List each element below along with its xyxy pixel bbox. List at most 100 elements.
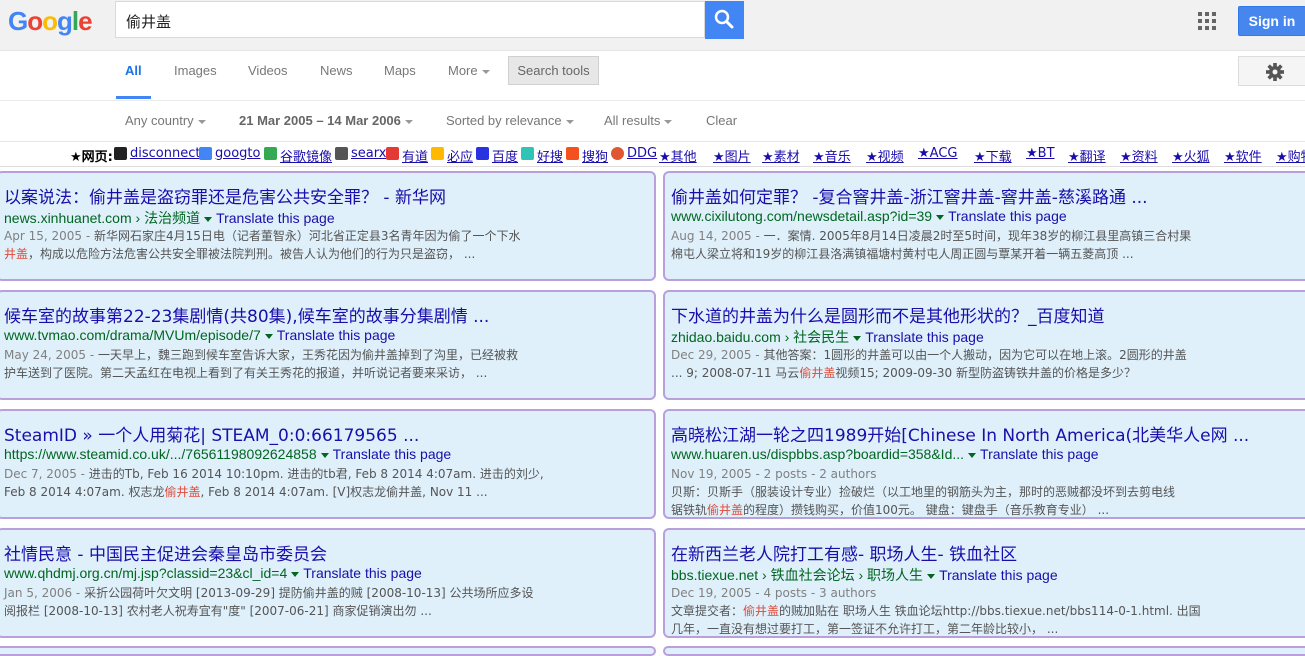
chevron-down-icon[interactable]	[320, 452, 329, 458]
chevron-down-icon[interactable]	[927, 573, 936, 579]
search-button[interactable]	[705, 1, 744, 39]
google-mirror-icon	[264, 147, 277, 160]
linkbar-label: ★网页:	[70, 150, 113, 165]
link-video[interactable]: ★视频	[866, 146, 904, 165]
link-disconnect[interactable]: disconnect	[130, 146, 200, 161]
tab-all[interactable]: All	[125, 63, 142, 78]
result-snippet: Nov 19, 2005 - 2 posts - 2 authors 贝斯：贝斯手…	[671, 467, 1176, 517]
translate-link[interactable]: Translate this page	[865, 329, 984, 345]
result-title[interactable]: 下水道的井盖为什么是圆形而不是其他形状的？_百度知道	[671, 302, 1105, 327]
translate-link[interactable]: Translate this page	[939, 567, 1058, 583]
translate-link[interactable]: Translate this page	[948, 208, 1067, 224]
chevron-down-icon[interactable]	[936, 214, 945, 220]
chevron-down-icon[interactable]	[291, 571, 300, 577]
result-snippet: Dec 7, 2005 - 进击的Tb, Feb 16 2014 10:10pm…	[4, 467, 544, 499]
settings-button[interactable]	[1238, 56, 1305, 86]
tab-news[interactable]: News	[320, 63, 353, 78]
chevron-down-icon	[565, 119, 574, 124]
link-searx[interactable]: searx	[351, 146, 386, 161]
result-card: 下水道的井盖为什么是圆形而不是其他形状的？_百度知道 zhidao.baidu.…	[663, 290, 1305, 400]
google-logo[interactable]: Google	[8, 6, 93, 37]
link-other[interactable]: ★其他	[659, 146, 697, 165]
result-title[interactable]: SteamID » 一个人用菊花| STEAM_0:0:66179565 ...	[4, 421, 419, 446]
youdao-icon	[386, 147, 399, 160]
search-input[interactable]: 偷井盖	[126, 11, 171, 32]
result-title[interactable]: 候车室的故事第22-23集剧情(共80集),候车室的故事分集剧情 ...	[4, 302, 489, 327]
chevron-down-icon[interactable]	[264, 333, 273, 339]
result-title[interactable]: 以案说法：偷井盖是盗窃罪还是危害公共安全罪？ - 新华网	[4, 183, 446, 208]
link-images[interactable]: ★图片	[713, 146, 751, 165]
translate-link[interactable]: Translate this page	[303, 565, 422, 581]
chevron-down-icon[interactable]	[853, 335, 862, 341]
date-range-filter[interactable]: 21 Mar 2005 – 14 Mar 2006	[239, 113, 413, 128]
result-card: 以案说法：偷井盖是盗窃罪还是危害公共安全罪？ - 新华网 news.xinhua…	[0, 171, 656, 281]
chevron-down-icon	[197, 119, 206, 124]
chevron-down-icon[interactable]	[204, 216, 213, 222]
tab-more[interactable]: More	[448, 63, 490, 78]
chevron-down-icon	[404, 119, 413, 124]
disconnect-icon	[114, 147, 127, 160]
results-filter[interactable]: All results	[604, 113, 673, 128]
search-box[interactable]: 偷井盖	[115, 1, 705, 38]
result-url: news.xinhuanet.com › 法治频道	[4, 210, 201, 226]
result-title[interactable]: 在新西兰老人院打工有感- 职场人生- 铁血社区	[671, 540, 1017, 565]
gear-icon	[1266, 63, 1284, 81]
tab-videos[interactable]: Videos	[248, 63, 288, 78]
search-tools-button[interactable]: Search tools	[508, 56, 599, 85]
apps-grid-icon[interactable]	[1198, 12, 1216, 30]
result-card: 偷井盖如何定罪？ -复合窨井盖-浙江窨井盖-窨井盖-慈溪路通 ... www.c…	[663, 171, 1305, 281]
link-materials[interactable]: ★素材	[762, 146, 800, 165]
results-filter-label: All results	[604, 113, 661, 128]
result-url: www.huaren.us/dispbbs.asp?boardid=358&Id…	[671, 446, 965, 462]
sort-filter[interactable]: Sorted by relevance	[446, 113, 574, 128]
result-url: bbs.tiexue.net › 铁血社会论坛 › 职场人生	[671, 567, 924, 583]
active-tab-indicator	[116, 96, 151, 99]
translate-link[interactable]: Translate this page	[216, 210, 335, 226]
link-translate[interactable]: ★翻译	[1068, 146, 1106, 165]
result-url: www.qhdmj.org.cn/mj.jsp?classid=23&cl_id…	[4, 565, 288, 581]
duckduckgo-icon	[611, 147, 624, 160]
top-bar: Google 偷井盖 Sign in	[0, 0, 1305, 51]
result-title[interactable]: 社情民意 - 中国民主促进会秦皇岛市委员会	[4, 540, 327, 565]
chevron-down-icon[interactable]	[968, 452, 977, 458]
link-shopping[interactable]: ★购物	[1276, 146, 1305, 165]
chevron-down-icon	[664, 119, 673, 124]
link-baidu[interactable]: 百度	[492, 146, 518, 165]
result-snippet: Jan 5, 2006 - 采折公园荷叶欠文明 [2013-09-29] 提防偷…	[4, 586, 534, 618]
result-snippet: Dec 29, 2005 - 其他答案：1圆形的井盖可以由一个人搬动，因为它可以…	[671, 348, 1187, 380]
link-software[interactable]: ★软件	[1224, 146, 1262, 165]
result-url: https://www.steamid.co.uk/.../7656119809…	[4, 446, 317, 462]
chevron-down-icon	[481, 69, 490, 74]
result-snippet: May 24, 2005 - 一天早上，魏三跑到候车室告诉大家，王秀花因为偷井盖…	[4, 348, 519, 380]
result-title[interactable]: 偷井盖如何定罪？ -复合窨井盖-浙江窨井盖-窨井盖-慈溪路通 ...	[671, 183, 1148, 208]
link-firefox[interactable]: ★火狐	[1172, 146, 1210, 165]
link-bing[interactable]: 必应	[447, 146, 473, 165]
link-googto[interactable]: googto	[215, 146, 260, 161]
link-ddg[interactable]: DDG	[627, 146, 657, 161]
result-card: SteamID » 一个人用菊花| STEAM_0:0:66179565 ...…	[0, 409, 656, 519]
link-reference[interactable]: ★资料	[1120, 146, 1158, 165]
link-acg[interactable]: ★ACG	[918, 146, 957, 161]
link-sogou[interactable]: 搜狗	[582, 146, 608, 165]
tab-images[interactable]: Images	[174, 63, 217, 78]
sign-in-button[interactable]: Sign in	[1238, 6, 1305, 36]
translate-link[interactable]: Translate this page	[277, 327, 396, 343]
translate-link[interactable]: Translate this page	[980, 446, 1099, 462]
result-snippet: Apr 15, 2005 - 新华网石家庄4月15日电（记者董智永）河北省正定县…	[4, 229, 521, 261]
link-music[interactable]: ★音乐	[813, 146, 851, 165]
clear-filters-link[interactable]: Clear	[706, 113, 737, 128]
link-youdao[interactable]: 有道	[402, 146, 428, 165]
result-url: zhidao.baidu.com › 社会民生	[671, 329, 850, 345]
tab-maps[interactable]: Maps	[384, 63, 416, 78]
engine-links-bar: ★网页: disconnect googto 谷歌镜像 searx 有道 必应 …	[0, 144, 1305, 167]
result-title[interactable]: 高晓松江湖一轮之四1989开始[Chinese In North America…	[671, 421, 1249, 446]
link-google-mirror[interactable]: 谷歌镜像	[280, 146, 332, 165]
country-filter[interactable]: Any country	[125, 113, 206, 128]
link-bt[interactable]: ★BT	[1026, 146, 1055, 161]
search-icon	[714, 9, 734, 29]
result-card: 在新西兰老人院打工有感- 职场人生- 铁血社区 bbs.tiexue.net ›…	[663, 528, 1305, 638]
link-download[interactable]: ★下载	[974, 146, 1012, 165]
translate-link[interactable]: Translate this page	[333, 446, 452, 462]
link-haosou[interactable]: 好搜	[537, 146, 563, 165]
googto-icon	[199, 147, 212, 160]
